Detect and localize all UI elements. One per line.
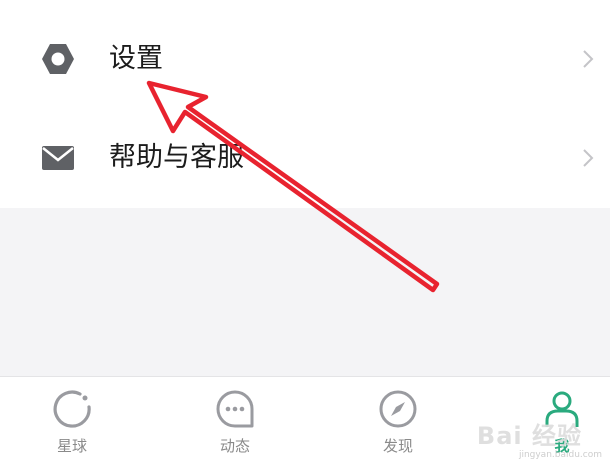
- tab-moments[interactable]: 动态: [175, 377, 295, 474]
- menu-list: 设置 帮助与客服: [0, 0, 610, 208]
- settings-hexagon-icon: [42, 44, 74, 74]
- menu-item-label: 帮助与客服: [109, 142, 244, 173]
- tab-label: 动态: [219, 437, 250, 455]
- chevron-right-icon: [583, 50, 594, 68]
- menu-item-label: 设置: [109, 43, 163, 74]
- menu-item-settings[interactable]: 设置: [0, 15, 610, 103]
- menu-item-help[interactable]: 帮助与客服: [0, 114, 610, 202]
- tab-discover[interactable]: 发现: [338, 377, 458, 474]
- tab-label: 星球: [56, 437, 87, 455]
- tab-label: 发现: [382, 437, 413, 455]
- tab-planet[interactable]: 星球: [12, 377, 132, 474]
- mail-icon: [42, 146, 74, 170]
- chat-bubble-icon: [216, 390, 254, 428]
- watermark-url: jingyan.baidu.com: [518, 450, 602, 460]
- empty-area: [0, 208, 610, 376]
- watermark: Bai 经验 jingyan.baidu.com: [464, 410, 604, 470]
- compass-icon: [379, 390, 417, 428]
- watermark-logo: Bai 经验: [476, 422, 582, 450]
- planet-ring-icon: [53, 390, 91, 428]
- chevron-right-icon: [583, 149, 594, 167]
